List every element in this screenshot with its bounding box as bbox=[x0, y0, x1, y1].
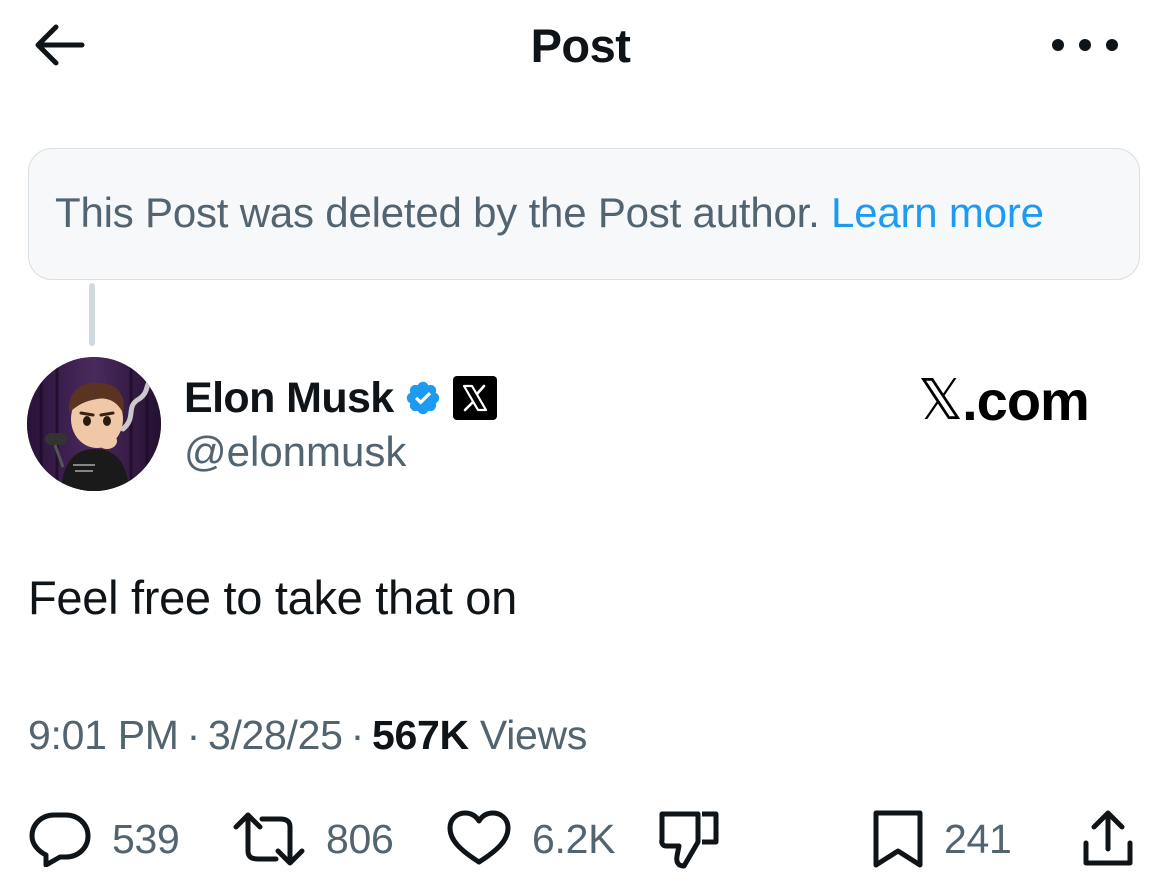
deleted-post-notice: This Post was deleted by the Post author… bbox=[28, 148, 1140, 280]
views-label: Views bbox=[468, 712, 588, 758]
reply-button[interactable]: 539 bbox=[28, 808, 180, 870]
post-text: Feel free to take that on bbox=[28, 571, 517, 624]
brand-logo-suffix: .com bbox=[962, 369, 1090, 432]
author-name[interactable]: Elon Musk bbox=[184, 374, 394, 423]
repost-count: 806 bbox=[326, 815, 394, 862]
views-count: 567K bbox=[372, 712, 469, 758]
meta-separator: · bbox=[350, 712, 365, 758]
bookmark-icon bbox=[872, 809, 924, 869]
more-horizontal-icon bbox=[1052, 39, 1064, 51]
deleted-notice-text: This Post was deleted by the Post author… bbox=[55, 189, 1044, 236]
page-title: Post bbox=[530, 19, 631, 72]
avatar[interactable] bbox=[27, 357, 161, 491]
share-icon bbox=[1080, 809, 1136, 869]
reply-icon bbox=[28, 811, 92, 867]
more-options-button[interactable] bbox=[1052, 30, 1118, 60]
post-time[interactable]: 9:01 PM bbox=[28, 712, 179, 758]
author-name-row: Elon Musk bbox=[184, 368, 498, 428]
bookmark-button[interactable]: 241 bbox=[872, 808, 1012, 870]
thumbs-down-icon bbox=[658, 808, 720, 870]
x-logo-icon: 𝕏 bbox=[918, 368, 963, 433]
repost-icon bbox=[232, 811, 306, 867]
thread-connector-line bbox=[89, 283, 95, 346]
verified-badge-icon[interactable] bbox=[404, 379, 442, 417]
dislike-button[interactable] bbox=[658, 808, 720, 870]
top-bar: Post bbox=[0, 0, 1161, 92]
avatar-image bbox=[27, 357, 161, 491]
share-button[interactable] bbox=[1080, 808, 1136, 870]
author-handle[interactable]: @elonmusk bbox=[184, 428, 406, 476]
like-button[interactable]: 6.2K bbox=[446, 808, 615, 870]
learn-more-link[interactable]: Learn more bbox=[831, 189, 1044, 236]
bookmark-count: 241 bbox=[944, 815, 1012, 862]
meta-separator: · bbox=[186, 712, 201, 758]
like-count: 6.2K bbox=[532, 815, 616, 862]
heart-icon bbox=[446, 810, 512, 868]
repost-button[interactable]: 806 bbox=[232, 808, 394, 870]
x-com-logo: 𝕏 .com bbox=[918, 368, 1090, 433]
x-affiliation-icon[interactable] bbox=[452, 375, 498, 421]
reply-count: 539 bbox=[112, 815, 180, 862]
post-date[interactable]: 3/28/25 bbox=[208, 712, 343, 758]
post-meta: 9:01 PM · 3/28/25 · 567K Views bbox=[28, 712, 587, 759]
